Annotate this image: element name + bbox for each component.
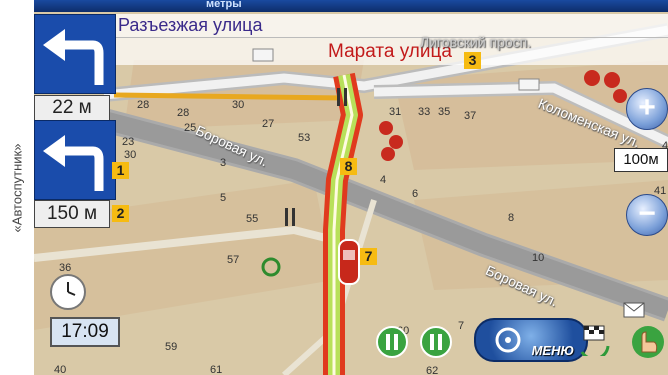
- callout-badge-1: 1: [112, 162, 129, 179]
- building-poi-icon[interactable]: [252, 46, 274, 64]
- next-turn-sign: [34, 14, 116, 94]
- mail-icon[interactable]: [622, 300, 646, 320]
- car-position-icon: [338, 239, 360, 285]
- house-number: 4: [380, 174, 387, 186]
- house-number: 30: [124, 149, 137, 161]
- house-number: 37: [464, 110, 477, 122]
- map-scale: 100м: [614, 148, 668, 172]
- street-label-ligovsky: Лиговский просп.: [420, 34, 532, 50]
- turn-left-arrow-icon: [43, 29, 104, 85]
- house-number: 61: [210, 364, 223, 375]
- callout-badge-2: 2: [112, 205, 129, 222]
- house-number: 59: [165, 341, 178, 353]
- building-poi-icon[interactable]: [518, 76, 540, 92]
- green-poi-icon[interactable]: [260, 256, 282, 278]
- callout-badge-8: 8: [340, 158, 357, 175]
- zoom-out-button[interactable]: −: [626, 194, 668, 236]
- zoom-in-button[interactable]: +: [626, 88, 668, 130]
- house-number: 28: [177, 107, 190, 119]
- turn-distance-1: 22 м: [34, 95, 110, 121]
- house-number: 10: [532, 252, 545, 264]
- house-number: 40: [54, 364, 67, 375]
- pause-track-button[interactable]: [374, 324, 410, 360]
- next-street: Марата улица: [328, 41, 452, 62]
- following-turn-sign: [34, 120, 116, 200]
- house-number: 53: [298, 132, 311, 144]
- current-street: Разъезжая улица: [118, 15, 263, 35]
- house-number: 25: [184, 122, 197, 134]
- menu-label: МЕНЮ: [531, 343, 574, 358]
- finish-flag-icon[interactable]: [578, 322, 612, 356]
- turn-distance-2: 150 м: [34, 200, 110, 228]
- house-number: 7: [458, 320, 465, 332]
- restaurant-icon[interactable]: [334, 86, 350, 108]
- house-number: 6: [412, 188, 419, 200]
- menu-button[interactable]: МЕНЮ: [474, 318, 588, 362]
- unit-label: метры: [206, 0, 242, 10]
- house-number: 55: [246, 213, 259, 225]
- house-number: 30: [232, 99, 245, 111]
- navigator-screen: метры Разъезжая улица Марата улица 22 м …: [34, 0, 668, 375]
- steering-wheel-icon: [495, 327, 521, 353]
- house-number: 62: [426, 365, 439, 375]
- hand-pointer-icon[interactable]: [628, 322, 668, 362]
- house-number: 23: [122, 136, 135, 148]
- pause-route-button[interactable]: [418, 324, 454, 360]
- current-street-bar: Разъезжая улица: [112, 14, 668, 38]
- house-number: 8: [508, 212, 515, 224]
- house-number: 57: [227, 254, 240, 266]
- house-number: 33: [418, 106, 431, 118]
- clock-icon: [50, 274, 86, 310]
- next-street-bar: Марата улица: [112, 38, 668, 65]
- caption-text: «Автоспутник»: [9, 143, 25, 233]
- red-poi-cluster-icon[interactable]: [582, 66, 630, 106]
- callout-badge-7: 7: [360, 248, 377, 265]
- side-caption: «Автоспутник»: [0, 0, 34, 375]
- house-number: 35: [438, 106, 451, 118]
- house-number: 5: [220, 192, 227, 204]
- house-number: 36: [59, 262, 72, 274]
- top-bar: метры: [34, 0, 668, 12]
- house-number: 3: [220, 157, 227, 169]
- clock-time: 17:09: [50, 317, 120, 347]
- restaurant-icon[interactable]: [282, 206, 298, 228]
- callout-badge-3: 3: [464, 52, 481, 69]
- turn-left-arrow-icon: [43, 135, 104, 191]
- house-number: 28: [137, 99, 150, 111]
- house-number: 27: [262, 118, 275, 130]
- red-poi-cluster-icon[interactable]: [378, 116, 404, 162]
